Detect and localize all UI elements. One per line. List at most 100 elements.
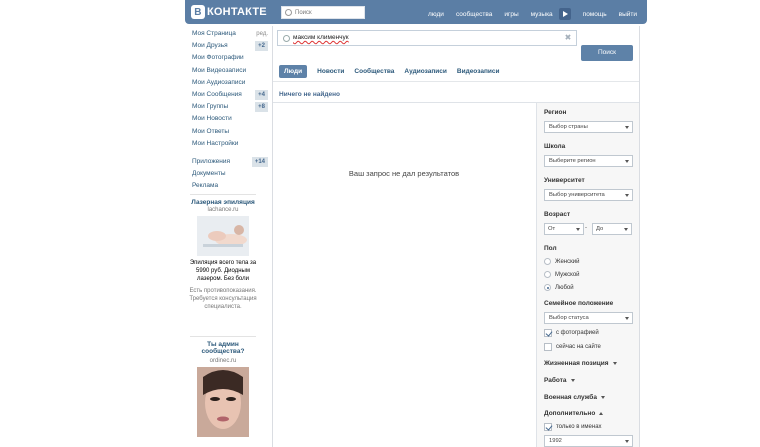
sidebar-item-documents[interactable]: Документы: [192, 168, 268, 180]
ad-title[interactable]: Лазерная эпиляция: [189, 199, 257, 206]
empty-results-message: Ваш запрос не дал результатов: [348, 169, 460, 178]
region-select[interactable]: Выбор страны: [544, 121, 633, 133]
sidebar-item-label: Мои Новости: [192, 115, 232, 123]
online-now-checkbox[interactable]: сейчас на сайте: [544, 343, 601, 351]
sidebar-item-videos[interactable]: Мои Видеозаписи: [192, 65, 268, 77]
ad-title[interactable]: Ты админ сообщества?: [189, 341, 257, 355]
sidebar-item-label: Мои Группы: [192, 103, 229, 111]
sidebar-item-ads[interactable]: Реклама: [192, 180, 268, 192]
search-input[interactable]: максим клименчук ✖: [277, 30, 577, 46]
chevron-down-icon: [625, 317, 629, 320]
tab-video[interactable]: Видеозаписи: [457, 65, 500, 78]
clear-icon[interactable]: ✖: [563, 33, 573, 43]
ad-disclaimer: Есть противопоказания. Требуется консуль…: [189, 288, 257, 310]
sidebar-item-messages[interactable]: Мои Сообщения +4: [192, 89, 268, 101]
region-label: Регион: [544, 109, 567, 116]
radio-label: Любой: [555, 284, 574, 291]
birth-year-value: 1992: [549, 438, 562, 444]
tab-audio[interactable]: Аудиозаписи: [404, 65, 446, 78]
filters-panel: Регион Выбор страны Школа Выберите регио…: [536, 103, 639, 447]
marital-status-value: Выбор статуса: [549, 315, 589, 321]
region-value: Выбор страны: [549, 124, 588, 130]
search-button[interactable]: Поиск: [581, 45, 633, 61]
sidebar-item-label: Мои Видеозаписи: [192, 66, 247, 74]
play-icon[interactable]: [558, 8, 571, 20]
tab-communities[interactable]: Сообщества: [354, 65, 394, 78]
ad-block-admin[interactable]: Ты админ сообщества? ordinec.ru: [189, 341, 257, 437]
chevron-down-icon: [624, 228, 628, 231]
checkbox-label: с фотографией: [556, 330, 599, 336]
university-label: Университет: [544, 177, 585, 184]
nav-communities[interactable]: сообщества: [456, 11, 492, 18]
sidebar-item-my-page[interactable]: Моя Страница ред.: [192, 28, 268, 40]
radio-icon: [544, 271, 551, 278]
radio-label: Мужской: [555, 271, 580, 278]
age-from-select[interactable]: От: [544, 223, 584, 235]
gender-male-radio[interactable]: Мужской: [544, 271, 580, 278]
marital-status-select[interactable]: Выбор статуса: [544, 312, 633, 324]
nav-music[interactable]: музыка: [531, 11, 553, 18]
search-query: максим клименчук: [293, 34, 349, 41]
friends-badge: +2: [255, 41, 268, 52]
header-search-placeholder: Поиск: [295, 9, 312, 16]
chevron-down-icon: [625, 160, 629, 163]
checkbox-icon: [544, 343, 552, 351]
sidebar-item-answers[interactable]: Мои Ответы: [192, 126, 268, 138]
sidebar-item-friends[interactable]: Мои Друзья +2: [192, 40, 268, 52]
section-label: Военная служба: [544, 394, 597, 401]
gender-any-radio[interactable]: Любой: [544, 284, 574, 291]
additional-toggle[interactable]: Дополнительно: [544, 410, 604, 417]
sidebar-item-groups[interactable]: Мои Группы +8: [192, 101, 268, 113]
search-page: максим клименчук ✖ Поиск Люди Новости Со…: [272, 26, 640, 447]
edit-link[interactable]: ред.: [256, 28, 268, 40]
sidebar-item-photos[interactable]: Мои Фотографии: [192, 52, 268, 64]
university-value: Выбор университета: [549, 192, 605, 198]
ad-domain: lachance.ru: [207, 207, 239, 213]
sidebar-item-audio[interactable]: Мои Аудиозаписи: [192, 77, 268, 89]
vk-logo[interactable]: В КОНТАКТЕ: [191, 4, 267, 20]
tab-people[interactable]: Люди: [279, 64, 308, 78]
nav-people[interactable]: люди: [428, 11, 444, 18]
sidebar-item-label: Приложения: [192, 157, 231, 165]
radio-icon: [544, 258, 551, 265]
sidebar-item-settings[interactable]: Мои Настройки: [192, 138, 268, 150]
sidebar-item-apps[interactable]: Приложения +14: [192, 156, 268, 168]
nav-games[interactable]: игры: [504, 11, 518, 18]
life-position-toggle[interactable]: Жизненная позиция: [544, 360, 617, 367]
age-to-select[interactable]: До: [592, 223, 632, 235]
military-toggle[interactable]: Военная служба: [544, 394, 605, 401]
ad-image[interactable]: [197, 216, 249, 256]
with-photo-checkbox[interactable]: с фотографией: [544, 329, 599, 337]
search-icon: [283, 35, 290, 42]
tab-news[interactable]: Новости: [317, 65, 344, 78]
messages-badge: +4: [255, 89, 268, 100]
checkbox-label: сейчас на сайте: [556, 344, 601, 350]
top-nav: люди сообщества игры музыка помощь выйти: [416, 8, 637, 20]
nav-logout[interactable]: выйти: [619, 11, 637, 18]
groups-badge: +8: [255, 102, 268, 113]
header-search-input[interactable]: Поиск: [281, 6, 365, 19]
sidebar-item-label: Мои Фотографии: [192, 54, 244, 62]
chevron-down-icon: [570, 379, 575, 382]
ad-image[interactable]: [197, 367, 249, 437]
divider: [190, 336, 256, 337]
gender-label: Пол: [544, 245, 557, 252]
university-select[interactable]: Выбор университета: [544, 189, 633, 201]
sidebar-item-label: Мои Настройки: [192, 139, 239, 147]
search-tabs: Люди Новости Сообщества Аудиозаписи Виде…: [279, 64, 509, 78]
chevron-down-icon: [625, 194, 629, 197]
marital-status-label: Семейное положение: [544, 300, 614, 307]
birth-year-select[interactable]: 1992: [544, 435, 633, 447]
ad-domain: ordinec.ru: [209, 358, 237, 364]
nav-help[interactable]: помощь: [583, 11, 607, 18]
work-toggle[interactable]: Работа: [544, 377, 575, 384]
ad-block-epilation[interactable]: Лазерная эпиляция lachance.ru Эпиляция в…: [189, 199, 257, 311]
checkbox-checked-icon: [544, 423, 552, 431]
top-header: В КОНТАКТЕ Поиск люди сообщества игры му…: [185, 0, 647, 24]
gender-female-radio[interactable]: Женский: [544, 258, 579, 265]
school-select[interactable]: Выберите регион: [544, 155, 633, 167]
age-to-value: До: [596, 226, 604, 232]
names-only-checkbox[interactable]: только в именах: [544, 423, 602, 431]
sidebar-item-news[interactable]: Мои Новости: [192, 113, 268, 125]
sidebar-item-label: Реклама: [192, 182, 219, 190]
